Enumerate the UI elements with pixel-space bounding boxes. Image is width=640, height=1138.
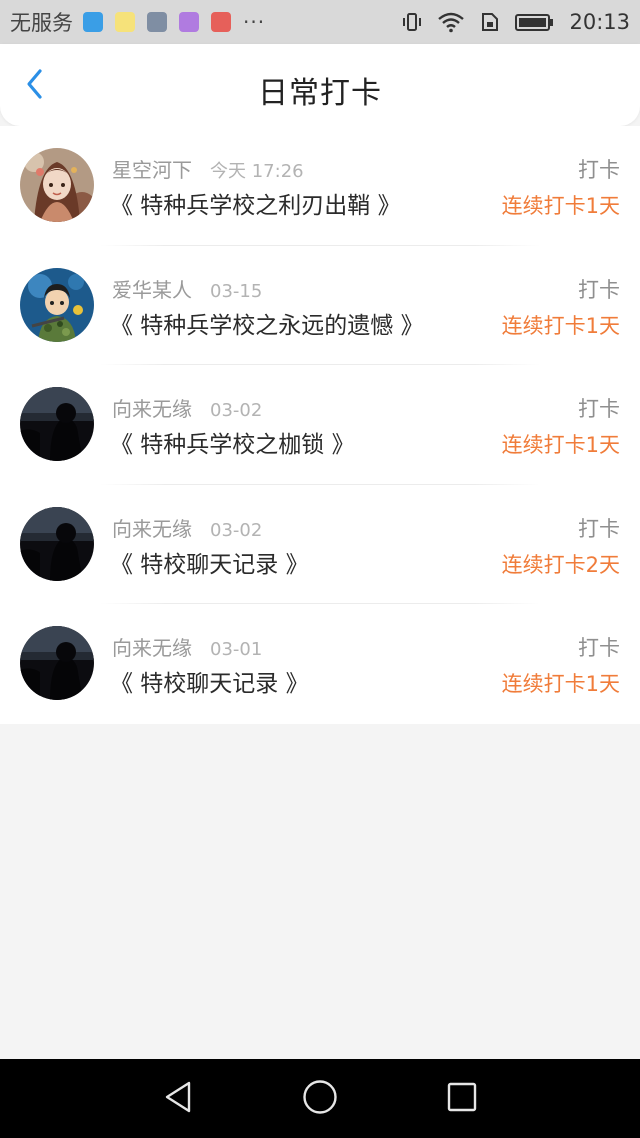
entry-meta: 向来无缘 03-01	[112, 632, 262, 661]
header: 日常打卡	[0, 44, 640, 126]
entry-meta: 爱华某人 03-15	[112, 274, 262, 303]
sim-card-icon	[479, 11, 515, 33]
book-title[interactable]: 《 特种兵学校之利刃出鞘 》	[110, 186, 401, 220]
square-recents-icon	[446, 1081, 478, 1117]
timestamp: 03-02	[210, 519, 263, 541]
cartoon-soldier-avatar[interactable]	[20, 267, 94, 342]
dark-silhouette-avatar[interactable]	[20, 506, 94, 581]
anime-girl-avatar[interactable]	[20, 148, 94, 222]
checkin-label: 打卡	[578, 516, 620, 541]
keyboard-app-icon	[179, 12, 199, 32]
triangle-back-icon	[161, 1080, 195, 1118]
streak-text: 连续打卡1天	[501, 433, 620, 458]
checkin-label: 打卡	[578, 158, 620, 182]
checkin-label: 打卡	[578, 636, 620, 661]
book-title[interactable]: 《 特种兵学校之永远的遗憾 》	[110, 306, 424, 340]
username[interactable]: 向来无缘	[112, 513, 192, 542]
checkin-list: 星空河下 今天 17:26 《 特种兵学校之利刃出鞘 》 打卡 连续打卡1天 爱…	[0, 126, 640, 724]
dark-silhouette-avatar[interactable]	[20, 387, 94, 462]
entry-meta: 向来无缘 03-02	[112, 393, 262, 422]
entry-meta: 星空河下 今天 17:26	[112, 154, 304, 183]
checkin-row[interactable]: 星空河下 今天 17:26 《 特种兵学校之利刃出鞘 》 打卡 连续打卡1天	[0, 126, 640, 246]
checkin-row[interactable]: 向来无缘 03-01 《 特校聊天记录 》 打卡 连续打卡1天	[0, 604, 640, 724]
streak-text: 连续打卡2天	[501, 552, 620, 577]
dark-silhouette-avatar[interactable]	[20, 626, 94, 701]
streak-text: 连续打卡1天	[501, 672, 620, 697]
status-bar: 无服务 ··· 20:13	[0, 0, 640, 44]
clock: 20:13	[569, 10, 630, 34]
checkin-row[interactable]: 向来无缘 03-02 《 特种兵学校之枷锁 》 打卡 连续打卡1天	[0, 365, 640, 485]
nav-back-button[interactable]	[158, 1079, 198, 1119]
book-title[interactable]: 《 特校聊天记录 》	[110, 545, 309, 579]
username[interactable]: 向来无缘	[112, 393, 192, 422]
nav-recents-button[interactable]	[442, 1079, 482, 1119]
gallery-app-icon	[147, 12, 167, 32]
circle-home-icon	[302, 1079, 338, 1119]
username[interactable]: 爱华某人	[112, 274, 192, 303]
page-title: 日常打卡	[258, 76, 382, 111]
username[interactable]: 向来无缘	[112, 632, 192, 661]
wifi-icon	[437, 11, 479, 33]
red-app-icon	[211, 12, 231, 32]
timestamp: 03-01	[210, 639, 263, 661]
more-notifications-icon: ···	[243, 10, 266, 34]
checkin-label: 打卡	[578, 277, 620, 302]
timestamp: 03-02	[210, 400, 263, 422]
carrier-text: 无服务	[10, 11, 73, 35]
username[interactable]: 星空河下	[112, 154, 192, 183]
system-nav-bar	[0, 1059, 640, 1138]
ai-assistant-app-icon	[115, 12, 135, 32]
checkin-row[interactable]: 爱华某人 03-15 《 特种兵学校之永远的遗憾 》 打卡 连续打卡1天	[0, 246, 640, 366]
book-title[interactable]: 《 特校聊天记录 》	[110, 664, 309, 698]
checkin-row[interactable]: 向来无缘 03-02 《 特校聊天记录 》 打卡 连续打卡2天	[0, 485, 640, 605]
vibrate-icon	[401, 11, 437, 33]
battery-icon	[515, 11, 569, 33]
timestamp: 03-15	[210, 280, 263, 302]
entry-meta: 向来无缘 03-02	[112, 513, 262, 542]
streak-text: 连续打卡1天	[501, 313, 620, 338]
checkin-label: 打卡	[578, 397, 620, 422]
timestamp: 今天 17:26	[210, 161, 304, 182]
status-indicators: 20:13	[401, 10, 630, 34]
health-app-icon	[83, 12, 103, 32]
nav-home-button[interactable]	[300, 1079, 340, 1119]
streak-text: 连续打卡1天	[501, 194, 620, 218]
book-title[interactable]: 《 特种兵学校之枷锁 》	[110, 425, 355, 459]
